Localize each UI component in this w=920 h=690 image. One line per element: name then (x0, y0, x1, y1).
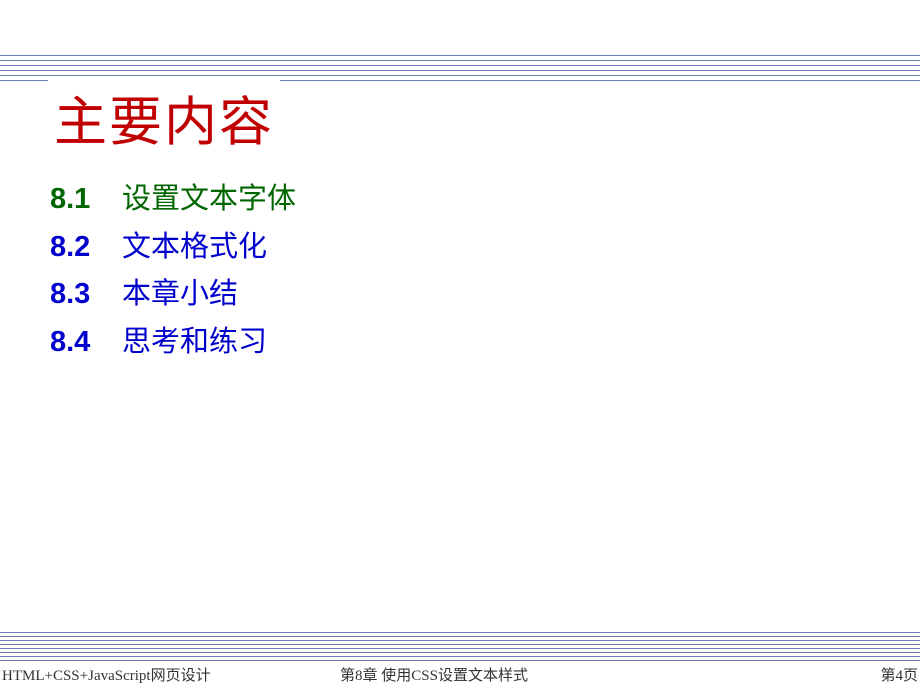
toc-text: 本章小结 (122, 273, 238, 317)
toc-item: 8.1 设置文本字体 (50, 178, 296, 222)
toc-number: 8.4 (50, 321, 122, 365)
decorative-bottom-lines (0, 632, 920, 662)
toc-text: 设置文本字体 (122, 178, 296, 222)
toc-number: 8.3 (50, 273, 122, 317)
toc-number: 8.1 (50, 178, 122, 222)
toc-text: 思考和练习 (122, 321, 267, 365)
footer-chapter: 第8章 使用CSS设置文本样式 (340, 664, 528, 685)
toc-list: 8.1 设置文本字体 8.2 文本格式化 8.3 本章小结 8.4 思考和练习 (50, 178, 296, 368)
toc-item: 8.3 本章小结 (50, 273, 296, 317)
footer-book-title: HTML+CSS+JavaScript网页设计 (2, 664, 211, 685)
toc-item: 8.2 文本格式化 (50, 226, 296, 270)
slide-title: 主要内容 (48, 80, 280, 156)
toc-item: 8.4 思考和练习 (50, 321, 296, 365)
toc-text: 文本格式化 (122, 226, 267, 270)
footer-page-number: 第4页 (880, 664, 918, 685)
toc-number: 8.2 (50, 226, 122, 270)
